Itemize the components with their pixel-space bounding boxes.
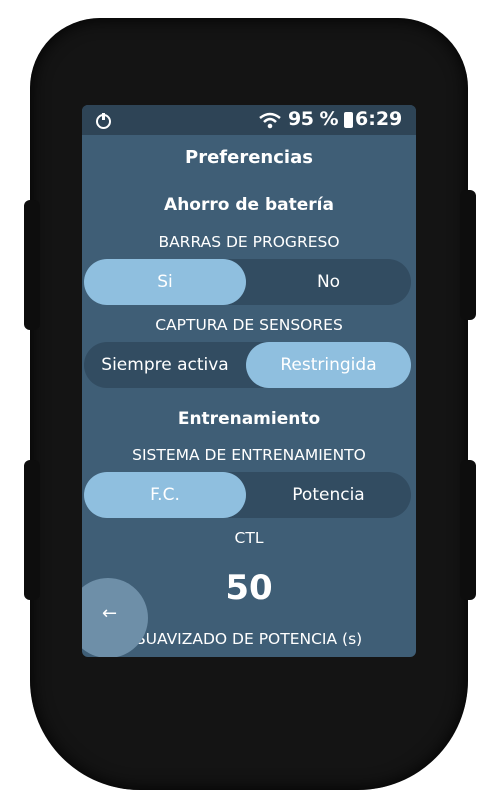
section-training: Entrenamiento (177, 409, 321, 429)
power-icon (96, 113, 111, 129)
battery-percent: 95 % (288, 108, 339, 130)
wifi-icon (259, 112, 281, 129)
sensor-capture-toggle[interactable]: Siempre activa Restringida (84, 342, 411, 388)
status-bar: 95 % 6:29 (82, 105, 416, 135)
ctl-label: CTL (234, 529, 264, 547)
clock: 6:29 (355, 108, 403, 130)
side-button-right-bottom[interactable] (460, 460, 476, 600)
battery-icon (344, 112, 353, 128)
progress-bars-toggle[interactable]: Si No (84, 259, 411, 305)
side-button-left-bottom[interactable] (24, 460, 40, 600)
training-system-option-power[interactable]: Potencia (246, 472, 411, 518)
page-title: Preferencias (185, 147, 313, 168)
sensor-capture-option-restricted[interactable]: Restringida (246, 342, 411, 388)
progress-bars-label: BARRAS DE PROGRESO (158, 233, 340, 251)
sensor-capture-option-always[interactable]: Siempre activa (84, 342, 246, 388)
screen: 95 % 6:29 Preferencias Ahorro de batería… (82, 105, 416, 657)
progress-bars-option-si[interactable]: Si (84, 259, 246, 305)
side-button-right-top[interactable] (460, 190, 476, 320)
progress-bars-option-no[interactable]: No (246, 259, 411, 305)
section-battery-saving: Ahorro de batería (164, 195, 334, 215)
training-system-option-hr[interactable]: F.C. (84, 472, 246, 518)
side-button-left-top[interactable] (24, 200, 40, 330)
sensor-capture-label: CAPTURA DE SENSORES (155, 316, 343, 334)
back-arrow-icon[interactable]: ← (102, 603, 117, 624)
training-system-label: SISTEMA DE ENTRENAMIENTO (132, 446, 366, 464)
training-system-toggle[interactable]: F.C. Potencia (84, 472, 411, 518)
